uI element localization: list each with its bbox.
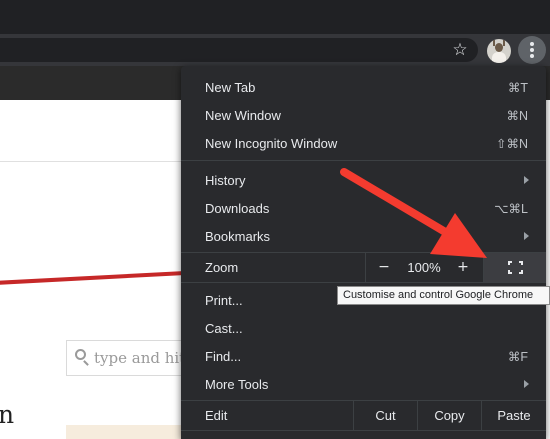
cut-button[interactable]: Cut [353,401,417,430]
menu-item-label: New Tab [205,80,256,95]
menu-item-shortcut: ⇧⌘N [495,137,528,151]
menu-item-label: New Window [205,108,281,123]
address-bar[interactable] [0,38,478,62]
menu-item-shortcut: ⌘T [507,81,528,95]
menu-item-downloads[interactable]: Downloads ⌥⌘L [181,194,546,222]
menu-item-label: Downloads [205,201,270,216]
tab-strip [0,0,550,34]
chrome-main-menu: New Tab ⌘T New Window ⌘N New Incognito W… [181,66,546,439]
edit-label: Edit [205,408,228,423]
star-icon[interactable]: ☆ [450,39,470,61]
menu-item-shortcut: ⌘F [507,350,528,364]
search-icon [75,349,86,360]
site-search-placeholder: type and hit e [94,349,190,367]
menu-item-history[interactable]: History [181,166,546,194]
menu-item-new-window[interactable]: New Window ⌘N [181,101,546,129]
menu-separator [181,282,546,283]
menu-item-more-tools[interactable]: More Tools [181,370,546,398]
menu-item-label: Print... [205,293,243,308]
submenu-arrow-icon [524,232,529,240]
menu-item-label: More Tools [205,377,269,392]
submenu-arrow-icon [524,380,529,388]
menu-item-new-incognito-window[interactable]: New Incognito Window ⇧⌘N [181,129,546,157]
zoom-in-button[interactable]: + [453,259,473,276]
menu-item-label: History [205,173,246,188]
menu-item-shortcut: ⌘N [506,109,528,123]
menu-item-label: Cast... [205,321,243,336]
menu-tooltip: Customise and control Google Chrome [337,286,550,305]
zoom-level-value: 100% [407,260,441,275]
menu-item-label: New Incognito Window [205,136,338,151]
menu-item-cast[interactable]: Cast... [181,314,546,342]
paste-button[interactable]: Paste [481,401,546,430]
menu-item-bookmarks[interactable]: Bookmarks [181,222,546,250]
page-content-card [66,425,190,439]
copy-button[interactable]: Copy [417,401,481,430]
menu-separator [181,160,546,161]
fullscreen-button[interactable] [483,253,546,282]
menu-item-label: Find... [205,349,242,364]
zoom-label: Zoom [205,260,239,275]
edit-row: Edit Cut Copy Paste [181,401,546,430]
fullscreen-icon [508,261,523,274]
menu-item-shortcut: ⌥⌘L [494,202,528,216]
zoom-row: Zoom − 100% + [181,253,546,282]
menu-item-find[interactable]: Find... ⌘F [181,342,546,370]
page-accent-line [0,270,188,285]
page-divider [0,161,182,162]
site-search-input[interactable]: type and hit e [66,340,190,376]
more-vert-icon[interactable] [518,36,546,64]
submenu-arrow-icon [524,176,529,184]
profile-avatar[interactable] [487,39,511,63]
menu-item-label: Bookmarks [205,229,271,244]
page-partial-text: n [0,400,15,429]
menu-item-new-tab[interactable]: New Tab ⌘T [181,73,546,101]
menu-separator [181,430,546,431]
zoom-out-button[interactable]: − [374,259,394,276]
